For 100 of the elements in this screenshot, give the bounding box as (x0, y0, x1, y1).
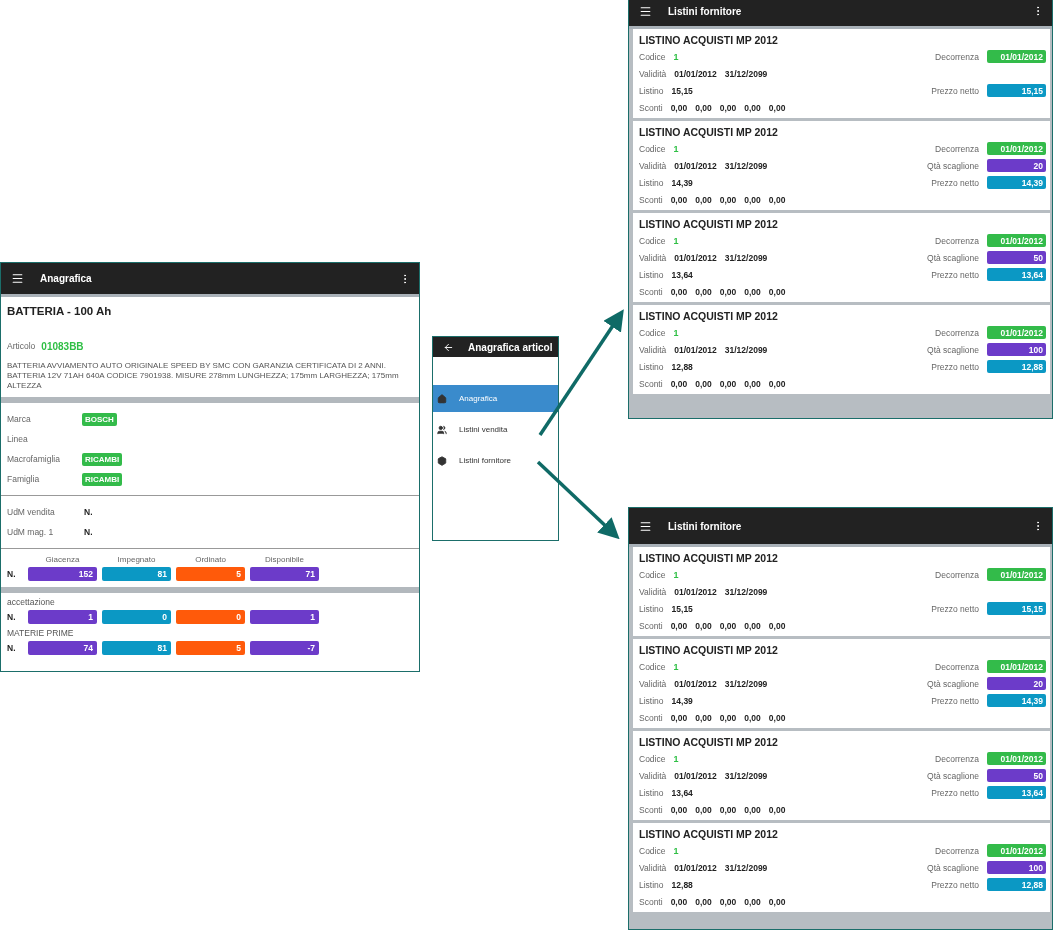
screen-title: Anagrafica articol (468, 341, 553, 353)
field-label: Qtà scaglione (927, 252, 979, 263)
field-label: Decorrenza (935, 845, 979, 856)
field-label: Qtà scaglione (927, 160, 979, 171)
quantity-tag: 81 (102, 567, 171, 581)
discount-value: 0,00 (695, 378, 712, 389)
column-header: Impegnato (116, 555, 157, 564)
discount-value: 0,00 (670, 620, 688, 631)
code-value: 1 (673, 327, 679, 338)
price-list-card[interactable]: LISTINO ACQUISTI MP 2012 Codice 1 Decorrenza 01/01/2012 Validità 01/01/2012 31/12/2099 Qtà scaglione 100 Listino 12,88 Prezzo netto 12,88 Sconti 0,00 0,00 0,00 0,00 0,00 (633, 305, 1050, 394)
field-label: Listino (639, 85, 664, 96)
price-list-card[interactable]: LISTINO ACQUISTI MP 2012 Codice 1 Decorrenza 01/01/2012 Validità 01/01/2012 31/12/2099 Qtà scaglione 50 Listino 13,64 Prezzo netto 13,64 Sconti 0,00 0,00 0,00 0,00 0,00 (633, 731, 1050, 820)
screen-title: Listini fornitore (668, 5, 743, 17)
card-title: LISTINO ACQUISTI MP 2012 (639, 34, 779, 46)
attribute-tag: BOSCH (82, 412, 117, 426)
quantity-tag: 50 (987, 251, 1046, 264)
discount-value: 0,00 (670, 378, 688, 389)
quantity-tag: 20 (987, 159, 1046, 172)
card-title: LISTINO ACQUISTI MP 2012 (639, 828, 779, 840)
field-label: Sconti (639, 620, 663, 631)
quantity-tag: 100 (987, 861, 1046, 874)
field-label: Prezzo netto (931, 361, 979, 372)
menu-item[interactable]: Listini vendita (433, 416, 558, 443)
menu-icon[interactable] (11, 272, 24, 285)
discount-value: 0,00 (719, 102, 737, 113)
discount-value: 0,00 (695, 896, 712, 907)
field-value: 01/01/2012 (674, 678, 717, 689)
price-tag: 12,88 (987, 878, 1046, 891)
price-tag: 14,39 (987, 176, 1046, 189)
date-tag: 01/01/2012 (987, 326, 1046, 339)
field-label: Listino (639, 787, 664, 798)
discount-value: 0,00 (744, 378, 761, 389)
price-list-card[interactable]: LISTINO ACQUISTI MP 2012 Codice 1 Decorrenza 01/01/2012 Validità 01/01/2012 31/12/2099 Qtà scaglione 50 Listino 13,64 Prezzo netto 13,64 Sconti 0,00 0,00 0,00 0,00 0,00 (633, 213, 1050, 302)
quantity-tag: 81 (102, 641, 171, 655)
quantity-tag: 5 (176, 641, 245, 655)
date-tag: 01/01/2012 (987, 844, 1046, 857)
menu-icon[interactable] (639, 4, 652, 18)
field-label: Codice (639, 327, 666, 338)
field-value: 31/12/2099 (724, 678, 768, 689)
field-label: Decorrenza (935, 51, 979, 62)
field-label: Validità (639, 252, 667, 263)
price-list-card[interactable]: LISTINO ACQUISTI MP 2012 Codice 1 Decorrenza 01/01/2012 Validità 01/01/2012 31/12/2099 Listino 15,15 Prezzo netto 15,15 Sconti 0,00 0,00 0,00 0,00 0,00 (633, 547, 1050, 636)
field-label: Sconti (639, 896, 663, 907)
field-label: Validità (639, 862, 667, 873)
menu-item[interactable]: Anagrafica (433, 385, 558, 412)
attribute-tag: RICAMBI (82, 472, 123, 486)
card-title: LISTINO ACQUISTI MP 2012 (639, 736, 779, 748)
quantity-tag: 0 (102, 610, 171, 624)
card-title: LISTINO ACQUISTI MP 2012 (639, 310, 779, 322)
discount-value: 0,00 (744, 194, 761, 205)
field-value: 01/01/2012 (674, 252, 717, 263)
price-list-card[interactable]: LISTINO ACQUISTI MP 2012 Codice 1 Decorrenza 01/01/2012 Validità 01/01/2012 31/12/2099 Listino 15,15 Prezzo netto 15,15 Sconti 0,00 0,00 0,00 0,00 0,00 (633, 29, 1050, 118)
field-value: 01/01/2012 (674, 770, 717, 781)
field-label: Sconti (639, 712, 663, 723)
price-list-card[interactable]: LISTINO ACQUISTI MP 2012 Codice 1 Decorrenza 01/01/2012 Validità 01/01/2012 31/12/2099 Qtà scaglione 20 Listino 14,39 Prezzo netto 14,39 Sconti 0,00 0,00 0,00 0,00 0,00 (633, 121, 1050, 210)
discount-value: 0,00 (670, 712, 688, 723)
field-value: 01/01/2012 (674, 586, 717, 597)
field-value: N. (84, 527, 93, 537)
price-tag: 15,15 (987, 84, 1046, 97)
field-label: Decorrenza (935, 235, 979, 246)
code-value: 1 (673, 753, 679, 764)
discount-value: 0,00 (744, 620, 761, 631)
discount-value: 0,00 (670, 286, 688, 297)
date-tag: 01/01/2012 (987, 660, 1046, 673)
discount-value: 0,00 (695, 620, 712, 631)
unit-label: N. (7, 612, 17, 622)
discount-value: 0,00 (719, 712, 737, 723)
card-title: LISTINO ACQUISTI MP 2012 (639, 126, 779, 138)
menu-item[interactable]: Listini fornitore (433, 447, 558, 474)
discount-value: 0,00 (768, 896, 786, 907)
field-value: 14,39 (671, 695, 693, 706)
location-label: accettazione (7, 597, 56, 607)
field-value: 01/01/2012 (674, 68, 717, 79)
field-label: Validità (639, 160, 667, 171)
field-label: Listino (639, 361, 664, 372)
price-tag: 14,39 (987, 694, 1046, 707)
field-label: Decorrenza (935, 753, 979, 764)
discount-value: 0,00 (695, 712, 712, 723)
back-icon[interactable] (443, 341, 454, 353)
screen-title: Listini fornitore (668, 520, 743, 532)
quantity-tag: 1 (250, 610, 319, 624)
price-list-card[interactable]: LISTINO ACQUISTI MP 2012 Codice 1 Decorrenza 01/01/2012 Validità 01/01/2012 31/12/2099 Qtà scaglione 100 Listino 12,88 Prezzo netto 12,88 Sconti 0,00 0,00 0,00 0,00 0,00 (633, 823, 1050, 912)
field-value: 12,88 (671, 361, 693, 372)
quantity-tag: 50 (987, 769, 1046, 782)
discount-value: 0,00 (768, 102, 786, 113)
date-tag: 01/01/2012 (987, 568, 1046, 581)
field-label: Codice (639, 235, 666, 246)
price-list-card[interactable]: LISTINO ACQUISTI MP 2012 Codice 1 Decorrenza 01/01/2012 Validità 01/01/2012 31/12/2099 Qtà scaglione 20 Listino 14,39 Prezzo netto 14,39 Sconti 0,00 0,00 0,00 0,00 0,00 (633, 639, 1050, 728)
field-label: Validità (639, 678, 667, 689)
field-value: 15,15 (671, 603, 693, 614)
discount-value: 0,00 (744, 286, 761, 297)
field-value: 12,88 (671, 879, 693, 890)
quantity-tag: 1 (28, 610, 97, 624)
field-label: Codice (639, 569, 666, 580)
field-value: 31/12/2099 (724, 862, 768, 873)
code-value: 1 (673, 51, 679, 62)
menu-icon[interactable] (639, 519, 652, 533)
price-tag: 12,88 (987, 360, 1046, 373)
discount-value: 0,00 (695, 286, 712, 297)
field-label: Sconti (639, 378, 663, 389)
